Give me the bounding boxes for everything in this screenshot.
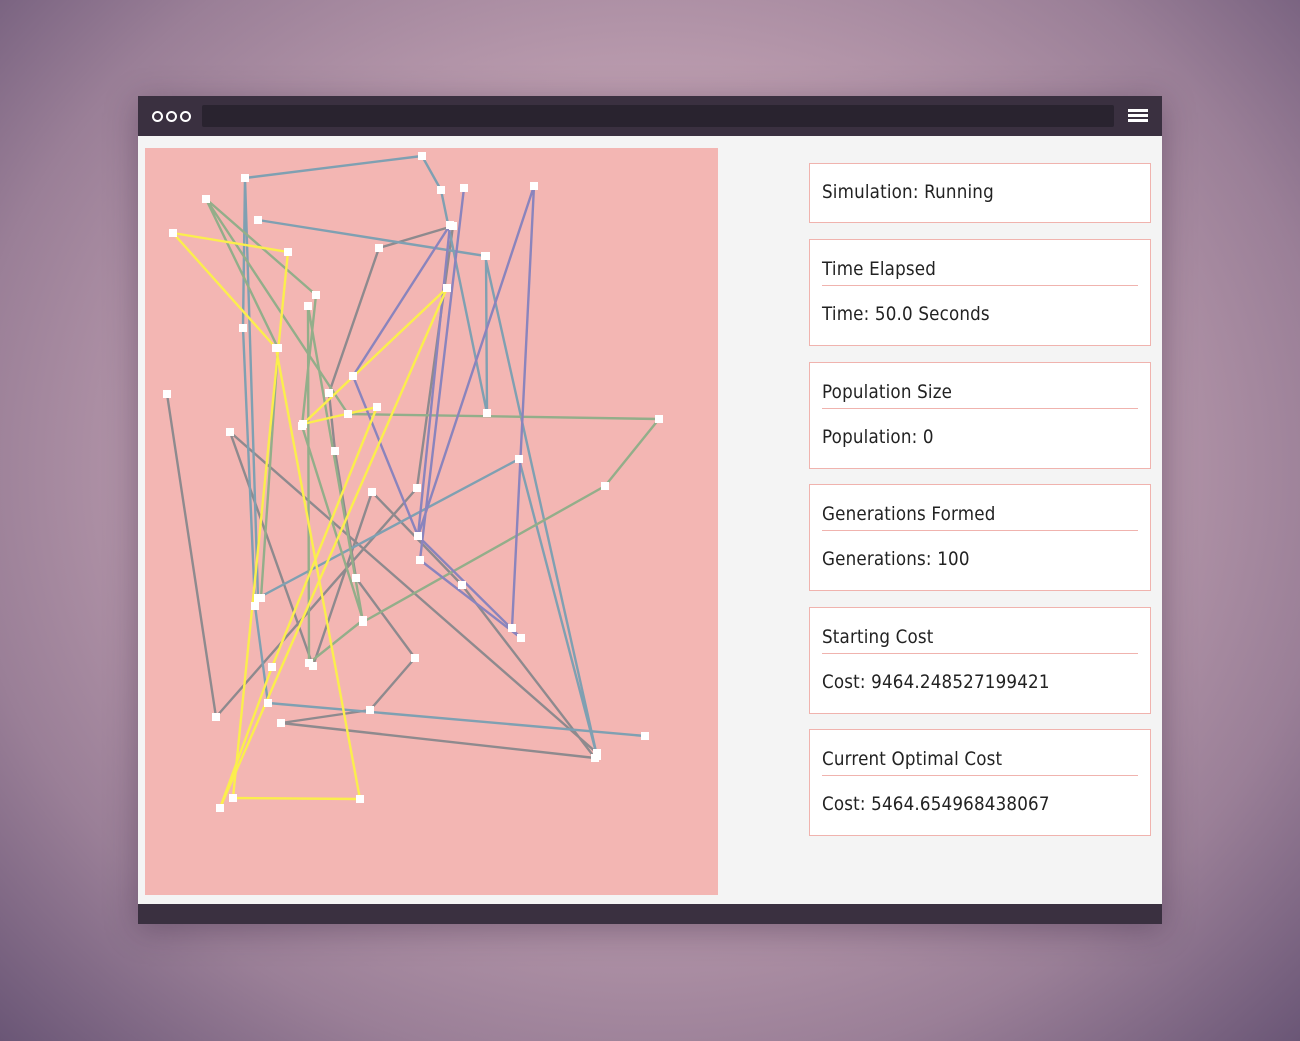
city-node: [366, 706, 374, 714]
city-node: [460, 184, 468, 192]
city-node: [517, 634, 525, 642]
city-node: [413, 484, 421, 492]
city-node: [416, 556, 424, 564]
panel-heading: Generations Formed: [822, 503, 996, 525]
city-node: [277, 719, 285, 727]
route-line: [351, 184, 536, 640]
city-node: [458, 581, 466, 589]
optimal-cost-panel: Current Optimal Cost Cost: 5464.65496843…: [809, 729, 1151, 836]
panel-value: Cost: 9464.248527199421: [822, 671, 1050, 693]
city-node: [530, 182, 538, 190]
city-node: [515, 455, 523, 463]
city-node: [299, 420, 307, 428]
city-node: [437, 186, 445, 194]
window-dot: [180, 111, 191, 122]
simulation-status: Simulation: Running: [822, 181, 994, 203]
city-node: [304, 302, 312, 310]
panel-heading: Time Elapsed: [822, 258, 937, 280]
city-node: [251, 602, 259, 610]
simulation-status-panel: Simulation: Running: [809, 163, 1151, 223]
city-node: [418, 152, 426, 160]
city-node: [352, 574, 360, 582]
bottom-bar: [138, 904, 1162, 924]
city-node: [481, 252, 489, 260]
city-node: [305, 659, 313, 667]
panel-heading: Population Size: [822, 381, 953, 403]
city-node: [349, 372, 357, 380]
starting-cost-panel: Starting Cost Cost: 9464.248527199421: [809, 607, 1151, 714]
panel-value: Generations: 100: [822, 548, 970, 570]
panel-value: Population: 0: [822, 426, 934, 448]
route-line: [204, 197, 661, 665]
window-dot: [166, 111, 177, 122]
city-node: [344, 410, 352, 418]
panel-value: Time: 50.0 Seconds: [822, 303, 990, 325]
city-node: [272, 344, 280, 352]
address-bar[interactable]: [202, 105, 1114, 127]
city-node: [202, 195, 210, 203]
city-node: [312, 291, 320, 299]
city-node: [655, 415, 663, 423]
city-node: [284, 248, 292, 256]
city-node: [239, 324, 247, 332]
city-node: [268, 663, 276, 671]
time-elapsed-panel: Time Elapsed Time: 50.0 Seconds: [809, 239, 1151, 346]
route-visualization: [163, 152, 663, 812]
city-node: [443, 284, 451, 292]
city-node: [641, 732, 649, 740]
panel-value: Cost: 5464.654968438067: [822, 793, 1050, 815]
city-node: [375, 244, 383, 252]
city-node: [331, 447, 339, 455]
city-node: [356, 795, 364, 803]
city-node: [414, 532, 422, 540]
city-node: [212, 713, 220, 721]
city-node: [264, 699, 272, 707]
city-node: [325, 389, 333, 397]
title-bar: [138, 96, 1162, 136]
city-node: [229, 794, 237, 802]
city-node: [368, 488, 376, 496]
city-node: [257, 594, 265, 602]
route-line: [165, 224, 598, 760]
city-node: [483, 409, 491, 417]
city-node: [216, 804, 224, 812]
city-node: [593, 752, 601, 760]
city-node: [254, 216, 262, 224]
city-node: [508, 624, 516, 632]
panel-heading: Current Optimal Cost: [822, 748, 1003, 770]
city-node: [169, 229, 177, 237]
window-dots-icon[interactable]: [152, 111, 191, 122]
city-node: [446, 221, 454, 229]
generations-panel: Generations Formed Generations: 100: [809, 484, 1151, 591]
city-node: [241, 174, 249, 182]
hamburger-menu-icon[interactable]: [1128, 109, 1148, 123]
city-node: [163, 390, 171, 398]
city-node: [411, 654, 419, 662]
simulation-canvas[interactable]: [145, 148, 718, 895]
panel-heading: Starting Cost: [822, 626, 934, 648]
city-node: [359, 618, 367, 626]
population-size-panel: Population Size Population: 0: [809, 362, 1151, 469]
window-dot: [152, 111, 163, 122]
city-node: [601, 482, 609, 490]
browser-window: Simulation: Running Time Elapsed Time: 5…: [138, 96, 1162, 924]
city-node: [373, 403, 381, 411]
city-node: [226, 428, 234, 436]
